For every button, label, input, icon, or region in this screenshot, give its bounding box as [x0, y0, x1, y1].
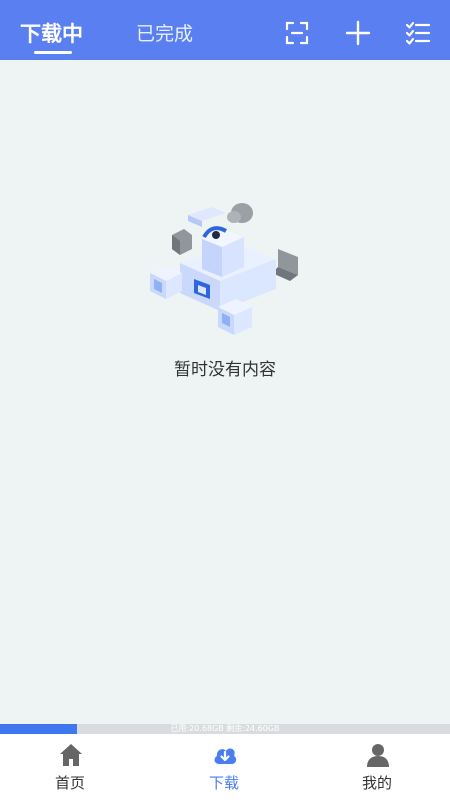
tab-completed[interactable]: 已完成	[136, 0, 193, 60]
cloud-download-icon	[214, 748, 237, 764]
storage-usage-bar: 已用:20.68GB 剩余:24.60GB	[0, 724, 450, 734]
user-icon	[367, 744, 389, 767]
empty-box-illustration	[150, 203, 298, 335]
bottom-nav: 首页 下载 我的	[0, 734, 450, 800]
nav-label-mine: 我的	[361, 774, 392, 792]
checklist-icon[interactable]	[405, 20, 431, 46]
empty-state-message: 暂时没有内容	[174, 360, 276, 380]
nav-item-download[interactable]: 下载	[174, 734, 274, 800]
nav-item-mine[interactable]: 我的	[327, 734, 427, 800]
storage-usage-text: 已用:20.68GB 剩余:24.60GB	[170, 724, 280, 733]
active-tab-indicator	[34, 51, 72, 54]
home-icon	[60, 744, 82, 766]
nav-label-download: 下载	[208, 774, 239, 792]
nav-item-home[interactable]: 首页	[20, 734, 120, 800]
nav-label-home: 首页	[54, 774, 85, 792]
scan-icon[interactable]	[284, 20, 310, 46]
add-icon[interactable]	[345, 20, 371, 46]
top-bar: 下载中 已完成	[0, 0, 450, 60]
